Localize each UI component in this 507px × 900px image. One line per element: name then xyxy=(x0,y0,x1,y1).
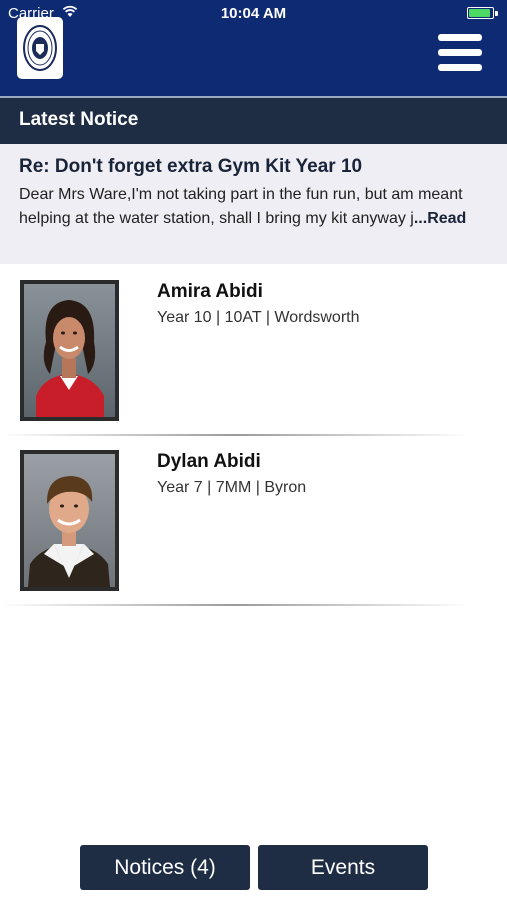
student-name: Dylan Abidi xyxy=(157,451,261,472)
read-more-link[interactable]: ...Read xyxy=(414,210,466,227)
student-photo xyxy=(20,450,119,591)
app-header: Carrier 10:04 AM xyxy=(0,0,507,96)
latest-notice-header: Latest Notice xyxy=(0,98,507,144)
notice-preview: Dear Mrs Ware,I'm not taking part in the… xyxy=(19,183,489,231)
notice-body-line-1: Dear Mrs Ware,I'm not taking part in the… xyxy=(19,186,463,203)
status-bar: Carrier 10:04 AM xyxy=(0,0,507,28)
notice-body-line-2: helping at the water station, shall I br… xyxy=(19,207,489,231)
student-name: Amira Abidi xyxy=(157,281,263,302)
latest-notice-heading: Latest Notice xyxy=(19,109,139,130)
student-row[interactable]: Amira Abidi Year 10 | 10AT | Wordsworth xyxy=(0,264,507,434)
student-row[interactable]: Dylan Abidi Year 7 | 7MM | Byron xyxy=(0,434,507,604)
student-details: Year 10 | 10AT | Wordsworth xyxy=(157,309,360,326)
student-photo xyxy=(20,280,119,421)
notice-card[interactable]: Re: Don't forget extra Gym Kit Year 10 D… xyxy=(0,144,507,264)
student-details: Year 7 | 7MM | Byron xyxy=(157,479,307,496)
battery-icon xyxy=(467,7,499,20)
row-divider xyxy=(0,604,470,606)
notice-title: Re: Don't forget extra Gym Kit Year 10 xyxy=(19,156,363,177)
events-button[interactable]: Events xyxy=(258,845,428,890)
clock: 10:04 AM xyxy=(220,5,287,22)
hamburger-menu-icon[interactable] xyxy=(432,30,486,76)
notices-button[interactable]: Notices (4) xyxy=(80,845,250,890)
notice-body-text: helping at the water station, shall I br… xyxy=(19,210,414,227)
school-crest-icon[interactable] xyxy=(17,17,63,79)
